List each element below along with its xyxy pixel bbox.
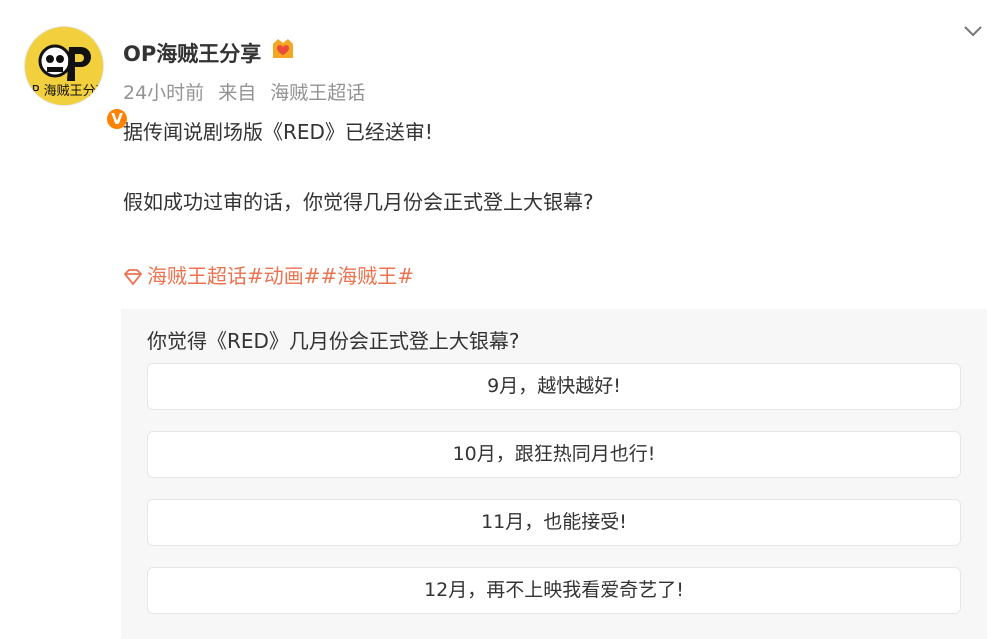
topic-links[interactable]: 海贼王超话#动画##海贼王#	[123, 260, 414, 289]
poll-option-2[interactable]: 10月，跟狂热同月也行!	[147, 431, 961, 478]
fan-badge-icon[interactable]	[270, 36, 296, 62]
poll-option-4[interactable]: 12月，再不上映我看爱奇艺了!	[147, 567, 961, 614]
post-content-line: 假如成功过审的话，你觉得几月份会正式登上大银幕?	[123, 190, 594, 214]
avatar-text: OP 海贼王分享	[25, 83, 104, 99]
post-time: 24小时前	[123, 82, 205, 104]
poll-question: 你觉得《RED》几月份会正式登上大银幕?	[147, 329, 520, 353]
post-content-line: 据传闻说剧场版《RED》已经送审!	[123, 120, 433, 144]
diamond-icon	[123, 269, 143, 286]
op-logo-icon: OP 海贼王分享	[25, 27, 104, 105]
avatar[interactable]: OP 海贼王分享 V	[24, 26, 130, 132]
source-prefix: 来自	[218, 82, 257, 104]
source-link[interactable]: 海贼王超话	[270, 82, 365, 104]
poll-card: 你觉得《RED》几月份会正式登上大银幕? 9月，越快越好! 10月，跟狂热同月也…	[121, 309, 987, 639]
chevron-down-icon[interactable]	[960, 18, 986, 44]
avatar-image: OP 海贼王分享	[24, 26, 104, 106]
post-meta: 24小时前 来自 海贼王超话	[123, 78, 373, 105]
poll-option-3[interactable]: 11月，也能接受!	[147, 499, 961, 546]
username[interactable]: OP海贼王分享	[123, 38, 261, 68]
poll-option-1[interactable]: 9月，越快越好!	[147, 363, 961, 410]
topics-text[interactable]: 海贼王超话#动画##海贼王#	[147, 264, 414, 288]
